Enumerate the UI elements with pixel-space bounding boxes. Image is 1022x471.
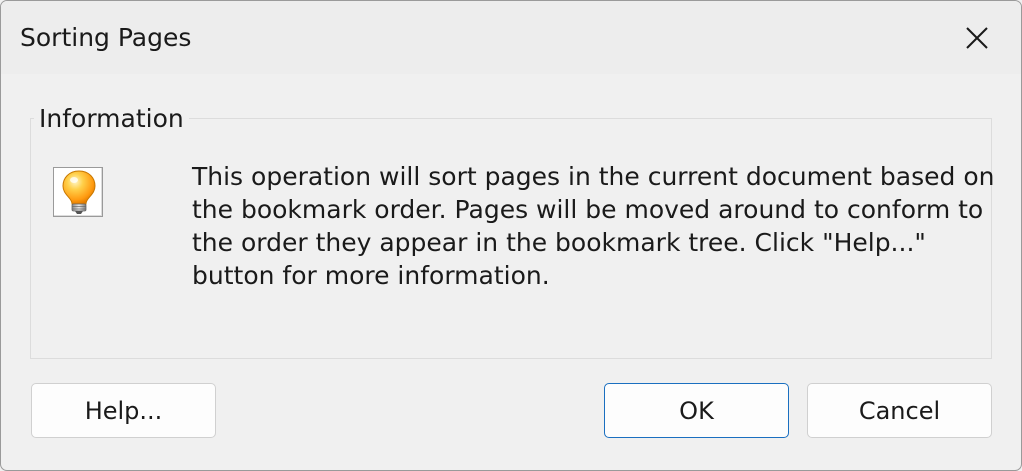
message-line: button for more information. xyxy=(192,261,550,290)
message-line: This operation will sort pages in the cu… xyxy=(192,162,995,191)
close-button[interactable] xyxy=(953,19,1001,57)
information-message: This operation will sort pages in the cu… xyxy=(192,160,995,292)
cancel-button[interactable]: Cancel xyxy=(807,383,992,438)
message-line: the bookmark order. Pages will be moved … xyxy=(192,195,984,224)
message-line: the order they appear in the bookmark tr… xyxy=(192,228,926,257)
ok-button[interactable]: OK xyxy=(604,383,789,438)
help-button[interactable]: Help... xyxy=(31,383,216,438)
dialog-title: Sorting Pages xyxy=(20,23,192,52)
close-icon xyxy=(966,27,988,49)
information-group-label: Information xyxy=(34,103,189,135)
sorting-pages-dialog: Sorting Pages Information This operation… xyxy=(0,0,1022,471)
title-bar: Sorting Pages xyxy=(1,1,1021,74)
lightbulb-icon xyxy=(53,167,103,217)
